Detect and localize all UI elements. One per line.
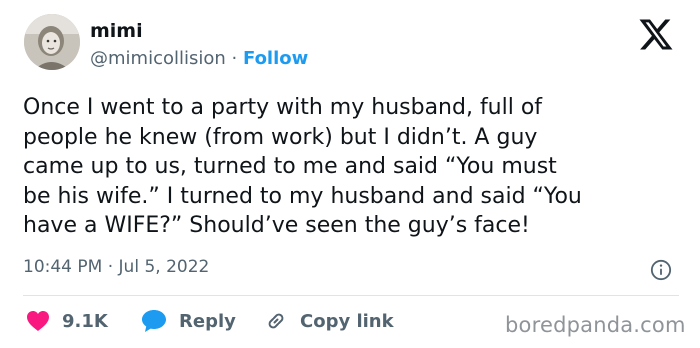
link-icon — [268, 313, 284, 329]
follow-button[interactable]: Follow — [243, 48, 308, 69]
like-count: 9.1K — [62, 310, 108, 332]
heart-icon — [27, 311, 49, 331]
tweet-timestamp[interactable]: 10:44 PM · Jul 5, 2022 — [23, 257, 209, 277]
handle-separator: · — [231, 48, 238, 69]
copy-link-button[interactable]: Copy link — [264, 308, 394, 334]
reply-label: Reply — [179, 310, 236, 332]
x-logo-icon[interactable] — [638, 18, 674, 51]
author-handle[interactable]: @mimicollision — [90, 48, 226, 69]
tweet-text: Once I went to a party with my husband, … — [23, 95, 582, 238]
divider — [23, 295, 679, 296]
like-button[interactable]: 9.1K — [26, 308, 108, 334]
avatar-photo — [24, 14, 80, 70]
author-name[interactable]: mimi — [90, 20, 143, 42]
author-handle-row: @mimicollision · Follow — [90, 48, 308, 69]
info-icon[interactable] — [650, 259, 672, 281]
watermark: boredpanda.com — [505, 313, 686, 337]
reply-bubble-icon — [142, 310, 166, 332]
avatar[interactable] — [24, 14, 80, 70]
copy-link-label: Copy link — [300, 310, 394, 332]
reply-button[interactable]: Reply — [141, 308, 236, 334]
